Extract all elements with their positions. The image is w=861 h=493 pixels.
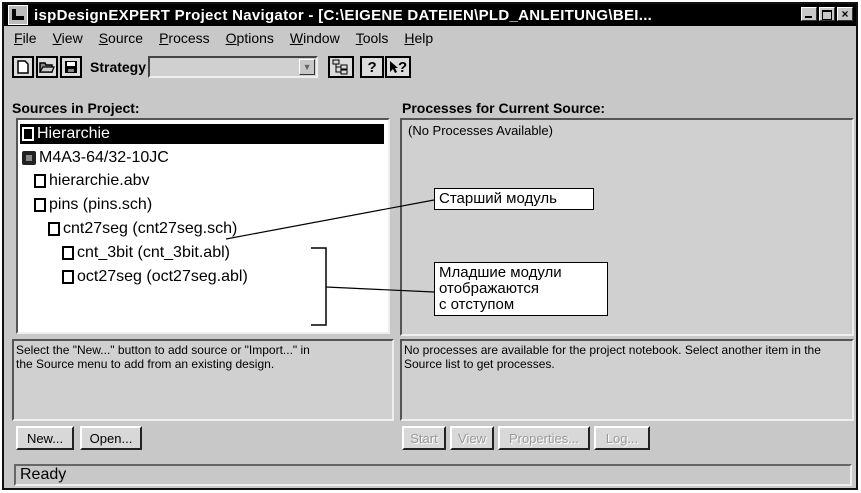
callout-sub-modules-line2: отображаются: [439, 280, 539, 297]
annotation-overlay: [225, 199, 435, 326]
callout-line-top-module: [225, 199, 435, 240]
callout-top-module: Старший модуль: [434, 188, 594, 210]
app-window: ispDesignEXPERT Project Navigator - [C:\…: [2, 2, 858, 490]
callout-sub-modules: Младшие модули отображаются с отступом: [434, 262, 608, 316]
callout-bracket-sub-modules: [311, 247, 327, 326]
callout-line-sub-modules: [325, 286, 435, 293]
callout-top-module-text: Старший модуль: [439, 190, 557, 207]
callout-sub-modules-line3: с отступом: [439, 296, 515, 313]
callout-sub-modules-line1: Младшие модули: [439, 264, 562, 281]
